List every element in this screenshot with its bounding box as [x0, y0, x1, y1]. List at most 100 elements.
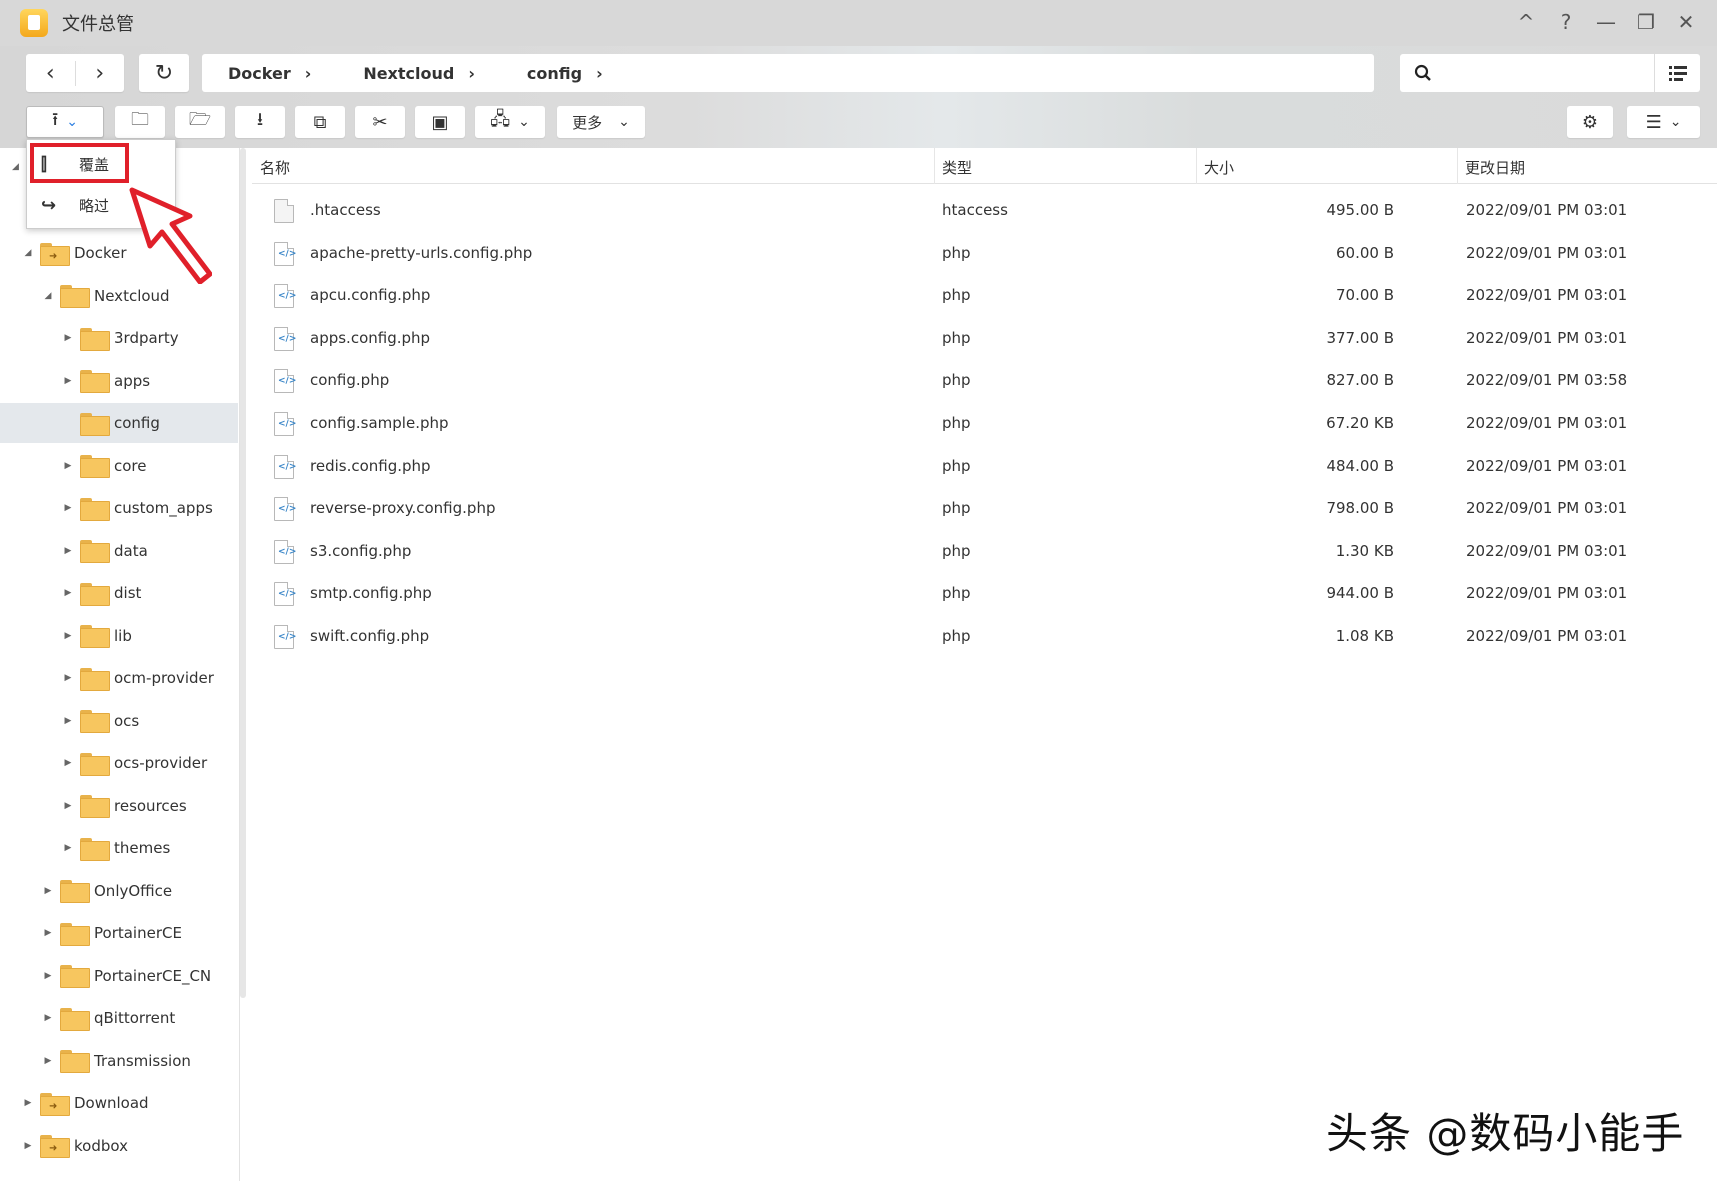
- column-type[interactable]: 类型: [942, 157, 972, 178]
- settings-button[interactable]: ⚙: [1567, 106, 1613, 138]
- download-button[interactable]: ⭳: [235, 106, 285, 138]
- table-row[interactable]: </> config.sample.php php 67.20 KB 2022/09/0…: [252, 403, 1717, 445]
- tree-item-3rdparty[interactable]: ▶ 3rdparty: [0, 318, 238, 358]
- caret-right-icon[interactable]: ▶: [62, 716, 74, 726]
- caret-right-icon[interactable]: ▶: [22, 1098, 34, 1108]
- tree-item-kodbox[interactable]: ▶ ➜ kodbox: [0, 1126, 238, 1166]
- tree-item-portainerce[interactable]: ▶ PortainerCE: [0, 913, 238, 953]
- folder-icon: [60, 285, 90, 308]
- tree-item-resources[interactable]: ▶ resources: [0, 786, 238, 826]
- caret-right-icon[interactable]: ▶: [62, 333, 74, 343]
- caret-down-icon[interactable]: ◢: [12, 162, 19, 172]
- caret-right-icon[interactable]: ▶: [22, 1141, 34, 1151]
- view-mode-button[interactable]: ☰ ⌄: [1627, 106, 1700, 138]
- caret-right-icon[interactable]: ▶: [42, 971, 54, 981]
- folder-icon: [80, 837, 110, 861]
- tree-item-themes[interactable]: ▶ themes: [0, 828, 238, 868]
- folder-icon: [80, 582, 110, 606]
- table-row[interactable]: </> apcu.config.php php 70.00 B 2022/09/01 P…: [252, 275, 1717, 317]
- caret-right-icon[interactable]: ▶: [62, 843, 74, 853]
- refresh-button[interactable]: ↻: [139, 54, 189, 92]
- caret-right-icon[interactable]: ▶: [62, 546, 74, 556]
- file-type: php: [942, 328, 971, 347]
- table-row[interactable]: </> reverse-proxy.config.php php 798.00 B 20…: [252, 488, 1717, 530]
- caret-down-icon[interactable]: ◢: [42, 291, 54, 301]
- cut-button[interactable]: ✂: [355, 106, 405, 138]
- table-row[interactable]: </> config.php php 827.00 B 2022/09/01 PM 03…: [252, 360, 1717, 402]
- advanced-search-icon[interactable]: [1654, 54, 1700, 92]
- breadcrumb-item-config[interactable]: config ›: [527, 64, 603, 83]
- file-type: php: [942, 541, 971, 560]
- select-all-button[interactable]: ▣: [415, 106, 465, 138]
- column-name[interactable]: 名称: [260, 157, 290, 178]
- tree-item-apps[interactable]: ▶ apps: [0, 361, 238, 401]
- table-row[interactable]: .htaccess htaccess 495.00 B 2022/09/01 PM 0…: [252, 190, 1717, 232]
- column-size[interactable]: 大小: [1204, 157, 1234, 178]
- tree-item-custom-apps[interactable]: ▶ custom_apps: [0, 488, 238, 528]
- tree-item-core[interactable]: ▶ core: [0, 446, 238, 486]
- folder-icon: [60, 880, 90, 903]
- sidebar-scrollbar[interactable]: [238, 148, 248, 998]
- table-row[interactable]: </> swift.config.php php 1.08 KB 2022/09/01 …: [252, 616, 1717, 658]
- table-row[interactable]: </> apps.config.php php 377.00 B 2022/09/01 …: [252, 318, 1717, 360]
- caret-right-icon[interactable]: ▶: [62, 801, 74, 811]
- caret-right-icon[interactable]: ▶: [62, 461, 74, 471]
- caret-right-icon[interactable]: ▶: [42, 1013, 54, 1023]
- caret-down-icon[interactable]: ◢: [22, 248, 34, 258]
- caret-right-icon[interactable]: ▶: [42, 928, 54, 938]
- folder-icon: [80, 795, 110, 818]
- file-type: php: [942, 627, 971, 645]
- close-icon[interactable]: ✕: [1673, 8, 1699, 36]
- copy-button[interactable]: ⧉: [295, 106, 345, 138]
- tree-item-label: themes: [114, 839, 171, 857]
- caret-right-icon[interactable]: ▶: [42, 886, 54, 896]
- tree-item-transmission[interactable]: ▶ Transmission: [0, 1041, 238, 1081]
- tree-item-ocs-provider[interactable]: ▶ ocs-provider: [0, 743, 238, 783]
- forward-button[interactable]: ›: [76, 61, 125, 86]
- tree-item-ocm-provider[interactable]: ▶ ocm-provider: [0, 658, 238, 698]
- tree-item-qbittorrent[interactable]: ▶ qBittorrent: [0, 998, 238, 1038]
- file-modified: 2022/09/01 PM 03:01: [1466, 243, 1628, 262]
- caret-right-icon[interactable]: ▶: [62, 376, 74, 386]
- tree-item-lib[interactable]: ▶ lib: [0, 616, 238, 656]
- column-modified[interactable]: 更改日期: [1465, 157, 1525, 178]
- table-row[interactable]: </> smtp.config.php php 944.00 B 2022/09/01 …: [252, 573, 1717, 615]
- table-row[interactable]: </> apache-pretty-urls.config.php php 60.00…: [252, 233, 1717, 275]
- file-size: 495.00 B: [1326, 201, 1394, 219]
- tree-item-data[interactable]: ▶ data: [0, 531, 238, 571]
- tree-item-ocs[interactable]: ▶ ocs: [0, 701, 238, 741]
- remote-folder-button[interactable]: 🖧 ⌄: [475, 106, 545, 138]
- code-file-icon: </>: [274, 497, 296, 522]
- tree-item-label: ocm-provider: [114, 669, 214, 687]
- collapse-icon[interactable]: ^: [1513, 8, 1539, 36]
- back-button[interactable]: ‹: [26, 60, 76, 86]
- table-row[interactable]: </> s3.config.php php 1.30 KB 2022/09/01 PM …: [252, 531, 1717, 573]
- upload-button[interactable]: ⭱ ⌄: [26, 106, 104, 138]
- tree-item-download[interactable]: ▶ ➜ Download: [0, 1083, 238, 1123]
- table-row[interactable]: </> redis.config.php php 484.00 B 2022/09/01…: [252, 446, 1717, 488]
- breadcrumb-item-docker[interactable]: Docker ›: [228, 64, 311, 83]
- tree-item-config[interactable]: config: [0, 403, 238, 443]
- new-folder-button[interactable]: 🗀: [115, 106, 165, 138]
- new-shared-folder-button[interactable]: 🗁: [175, 106, 225, 138]
- title-bar: 文件总管 ^ ? — ❐ ✕: [0, 0, 1717, 46]
- minimize-icon[interactable]: —: [1593, 8, 1619, 36]
- caret-right-icon[interactable]: ▶: [62, 588, 74, 598]
- caret-right-icon[interactable]: ▶: [62, 503, 74, 513]
- more-button[interactable]: 更多 ⌄: [557, 106, 645, 138]
- search-input[interactable]: [1446, 56, 1654, 90]
- restore-icon[interactable]: ❐: [1633, 8, 1659, 36]
- caret-right-icon[interactable]: ▶: [42, 1056, 54, 1066]
- tree-item-onlyoffice[interactable]: ▶ OnlyOffice: [0, 871, 238, 911]
- code-file-icon: </>: [274, 412, 296, 436]
- help-icon[interactable]: ?: [1553, 8, 1579, 36]
- tree-item-dist[interactable]: ▶ dist: [0, 573, 238, 613]
- code-file-icon: </>: [274, 454, 296, 479]
- caret-right-icon[interactable]: ▶: [62, 673, 74, 683]
- chevron-down-icon: ⌄: [1669, 114, 1682, 130]
- file-modified: 2022/09/01 PM 03:01: [1466, 286, 1628, 305]
- breadcrumb-item-nextcloud[interactable]: Nextcloud ›: [363, 64, 475, 83]
- caret-right-icon[interactable]: ▶: [62, 631, 74, 641]
- caret-right-icon[interactable]: ▶: [62, 758, 74, 768]
- tree-item-portainerce-cn[interactable]: ▶ PortainerCE_CN: [0, 956, 238, 996]
